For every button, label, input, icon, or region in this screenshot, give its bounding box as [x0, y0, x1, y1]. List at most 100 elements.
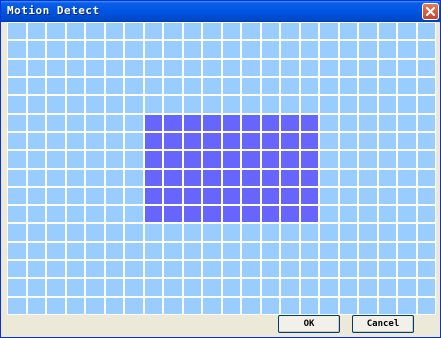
grid-cell[interactable] — [46, 242, 66, 260]
grid-cell-selected[interactable] — [202, 150, 222, 169]
grid-cell[interactable] — [378, 77, 397, 95]
grid-cell[interactable] — [319, 132, 339, 150]
grid-cell[interactable] — [27, 223, 46, 242]
grid-cell[interactable] — [339, 132, 358, 150]
grid-cell[interactable] — [85, 95, 105, 114]
grid-cell-selected[interactable] — [144, 169, 163, 187]
grid-cell[interactable] — [85, 297, 105, 315]
grid-cell[interactable] — [66, 278, 85, 297]
grid-cell[interactable] — [417, 77, 436, 95]
grid-cell[interactable] — [397, 114, 417, 132]
grid-cell[interactable] — [202, 297, 222, 315]
grid-cell[interactable] — [261, 297, 280, 315]
grid-cell[interactable] — [300, 22, 319, 40]
grid-cell[interactable] — [163, 260, 183, 278]
grid-cell[interactable] — [300, 223, 319, 242]
grid-cell[interactable] — [280, 59, 300, 77]
grid-cell[interactable] — [27, 242, 46, 260]
grid-cell[interactable] — [7, 22, 27, 40]
grid-cell-selected[interactable] — [222, 150, 241, 169]
grid-cell[interactable] — [417, 278, 436, 297]
grid-cell-selected[interactable] — [280, 150, 300, 169]
ok-button[interactable]: OK — [278, 315, 340, 333]
grid-cell[interactable] — [397, 22, 417, 40]
grid-cell[interactable] — [378, 95, 397, 114]
grid-cell-selected[interactable] — [241, 150, 261, 169]
grid-cell-selected[interactable] — [163, 205, 183, 223]
grid-cell[interactable] — [66, 242, 85, 260]
grid-cell[interactable] — [339, 223, 358, 242]
grid-cell[interactable] — [319, 278, 339, 297]
grid-cell[interactable] — [202, 77, 222, 95]
grid-cell[interactable] — [417, 260, 436, 278]
grid-cell[interactable] — [300, 77, 319, 95]
grid-cell[interactable] — [163, 278, 183, 297]
grid-cell[interactable] — [339, 114, 358, 132]
grid-cell[interactable] — [241, 223, 261, 242]
grid-cell-selected[interactable] — [300, 150, 319, 169]
grid-cell[interactable] — [66, 77, 85, 95]
grid-cell[interactable] — [66, 22, 85, 40]
grid-cell[interactable] — [417, 22, 436, 40]
grid-cell[interactable] — [378, 114, 397, 132]
grid-cell[interactable] — [7, 278, 27, 297]
grid-cell[interactable] — [358, 187, 378, 205]
grid-cell[interactable] — [202, 22, 222, 40]
grid-cell[interactable] — [261, 260, 280, 278]
grid-cell[interactable] — [183, 95, 202, 114]
grid-cell-selected[interactable] — [163, 132, 183, 150]
grid-cell[interactable] — [46, 278, 66, 297]
grid-cell[interactable] — [280, 95, 300, 114]
grid-cell[interactable] — [27, 22, 46, 40]
grid-cell[interactable] — [397, 242, 417, 260]
grid-cell[interactable] — [7, 223, 27, 242]
grid-cell[interactable] — [280, 22, 300, 40]
grid-cell[interactable] — [222, 242, 241, 260]
grid-cell[interactable] — [358, 297, 378, 315]
grid-cell[interactable] — [241, 297, 261, 315]
grid-cell[interactable] — [378, 242, 397, 260]
grid-cell[interactable] — [417, 40, 436, 59]
grid-cell[interactable] — [358, 223, 378, 242]
grid-cell-selected[interactable] — [183, 150, 202, 169]
grid-cell[interactable] — [124, 150, 144, 169]
grid-cell-selected[interactable] — [241, 169, 261, 187]
grid-cell-selected[interactable] — [144, 187, 163, 205]
grid-cell[interactable] — [144, 278, 163, 297]
grid-cell-selected[interactable] — [183, 205, 202, 223]
grid-cell[interactable] — [163, 22, 183, 40]
grid-cell-selected[interactable] — [261, 205, 280, 223]
grid-cell[interactable] — [85, 132, 105, 150]
grid-cell[interactable] — [378, 22, 397, 40]
grid-cell-selected[interactable] — [144, 132, 163, 150]
grid-cell[interactable] — [378, 40, 397, 59]
grid-cell[interactable] — [144, 297, 163, 315]
grid-cell-selected[interactable] — [241, 187, 261, 205]
grid-cell-selected[interactable] — [222, 169, 241, 187]
grid-cell[interactable] — [27, 132, 46, 150]
grid-cell[interactable] — [261, 40, 280, 59]
grid-cell[interactable] — [280, 297, 300, 315]
grid-cell[interactable] — [7, 169, 27, 187]
grid-cell-selected[interactable] — [222, 205, 241, 223]
grid-cell[interactable] — [417, 59, 436, 77]
grid-cell[interactable] — [397, 150, 417, 169]
grid-cell[interactable] — [378, 205, 397, 223]
grid-cell[interactable] — [85, 40, 105, 59]
grid-cell[interactable] — [339, 40, 358, 59]
grid-cell[interactable] — [7, 150, 27, 169]
grid-cell[interactable] — [27, 114, 46, 132]
grid-cell-selected[interactable] — [300, 169, 319, 187]
grid-cell[interactable] — [300, 260, 319, 278]
grid-cell[interactable] — [319, 77, 339, 95]
grid-cell[interactable] — [144, 260, 163, 278]
grid-cell[interactable] — [397, 260, 417, 278]
grid-cell[interactable] — [124, 132, 144, 150]
grid-cell[interactable] — [124, 169, 144, 187]
grid-cell[interactable] — [163, 40, 183, 59]
grid-cell[interactable] — [46, 59, 66, 77]
grid-cell[interactable] — [105, 223, 124, 242]
grid-cell[interactable] — [378, 297, 397, 315]
grid-cell[interactable] — [124, 40, 144, 59]
grid-cell[interactable] — [378, 260, 397, 278]
